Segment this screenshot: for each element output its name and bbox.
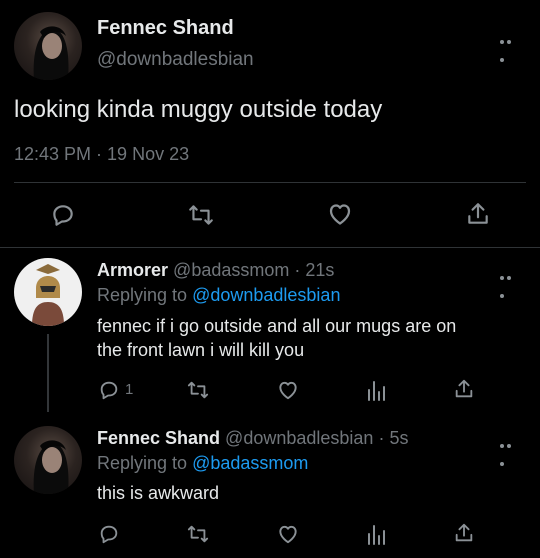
share-icon[interactable] [453, 521, 475, 545]
reply-header: Fennec Shand @downbadlesbian · 5s [97, 428, 408, 449]
tweet-timestamp[interactable]: 12:43 PM · 19 Nov 23 [14, 144, 189, 165]
reply-text: this is awkward [97, 483, 220, 503]
reply-count: 1 [125, 381, 134, 398]
reply-icon[interactable] [50, 202, 76, 228]
like-icon[interactable] [326, 201, 354, 228]
replying-to-label: Replying to [97, 285, 188, 305]
reply-time[interactable]: · 21s [294, 260, 334, 280]
like-icon[interactable] [276, 523, 300, 546]
avatar[interactable] [14, 426, 82, 494]
author-handle[interactable]: @badassmom [173, 260, 289, 280]
author-name[interactable]: Armorer [97, 260, 168, 280]
avatar[interactable] [14, 12, 82, 80]
retweet-icon[interactable] [186, 523, 210, 545]
avatar[interactable] [14, 258, 82, 326]
reply-text: fennec if i go outside and all our mugs … [97, 316, 457, 336]
analytics-icon[interactable] [366, 523, 386, 545]
author-name[interactable]: Fennec Shand [97, 428, 220, 448]
analytics-icon[interactable] [366, 379, 386, 401]
author-name[interactable]: Fennec Shand [97, 17, 234, 40]
divider [14, 182, 526, 183]
replying-to: Replying to @badassmom [97, 453, 308, 474]
share-icon[interactable] [465, 200, 491, 228]
reply-icon[interactable] [98, 379, 120, 401]
thread-line [47, 334, 49, 412]
replying-to-link[interactable]: @badassmom [192, 453, 308, 473]
author-handle[interactable]: @downbadlesbian [225, 428, 373, 448]
reply-text: the front lawn i will kill you [97, 340, 305, 360]
more-icon[interactable] [500, 435, 520, 466]
reply-time[interactable]: · 5s [378, 428, 408, 448]
author-handle[interactable]: @downbadlesbian [97, 49, 254, 71]
share-icon[interactable] [453, 377, 475, 401]
like-icon[interactable] [276, 379, 300, 402]
reply-icon[interactable] [98, 523, 120, 545]
tweet-text: looking kinda muggy outside today [14, 96, 383, 123]
more-icon[interactable] [500, 31, 520, 62]
replying-to: Replying to @downbadlesbian [97, 285, 340, 306]
replying-to-link[interactable]: @downbadlesbian [192, 285, 340, 305]
more-icon[interactable] [500, 267, 520, 298]
reply-header: Armorer @badassmom · 21s [97, 260, 334, 281]
retweet-icon[interactable] [186, 379, 210, 401]
replying-to-label: Replying to [97, 453, 188, 473]
divider [0, 247, 540, 248]
retweet-icon[interactable] [187, 202, 215, 228]
